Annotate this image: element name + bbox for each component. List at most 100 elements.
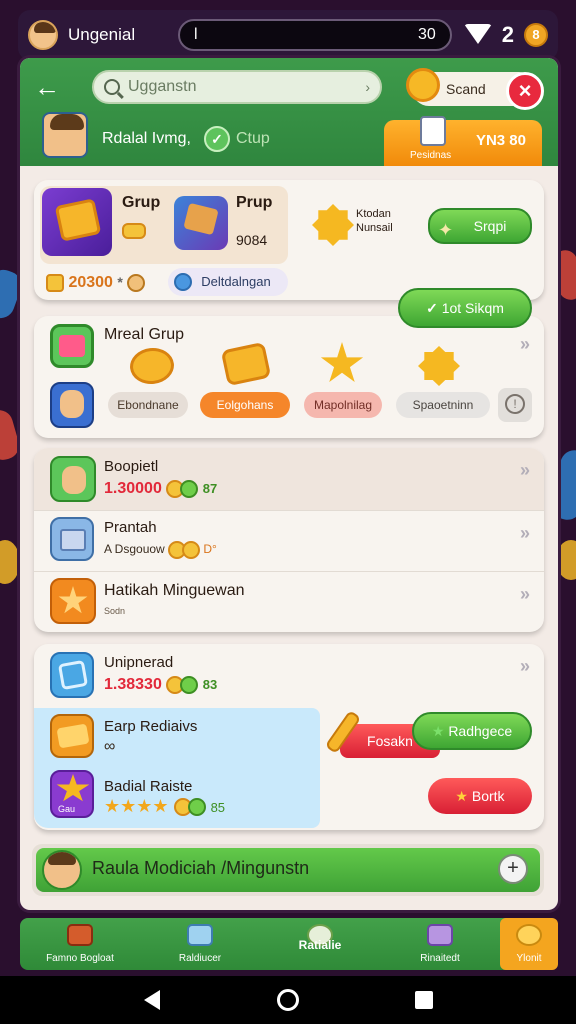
floating-action-button[interactable]: ✓ 1ot Sikqm xyxy=(398,288,532,328)
player-avatar xyxy=(50,456,96,502)
rating-stars: ★★★★ xyxy=(104,796,169,816)
promo-text-1: Ktodan xyxy=(356,208,391,220)
globe-icon xyxy=(174,273,192,291)
header: ← Ugganstn › Scand × Rdalal Ivmg, ✓ Ctup… xyxy=(20,58,558,166)
floating-action-label: 1ot Sikqm xyxy=(441,300,504,316)
reward-title-2: Badial Raiste xyxy=(104,778,193,795)
expand-arrows-icon[interactable]: » xyxy=(520,656,530,677)
list-item[interactable]: Prantah A Dsgouow D° » xyxy=(34,511,544,571)
star-icon: ★ xyxy=(455,788,472,804)
book-label: Bortk xyxy=(471,788,505,804)
expand-arrows-icon[interactable]: » xyxy=(520,334,530,355)
status-field-count: 30 xyxy=(417,26,436,43)
wallet-button[interactable]: YN3 80 Pesidnas xyxy=(384,116,542,166)
home-icon xyxy=(67,924,93,946)
gem-icon xyxy=(187,798,206,817)
close-button[interactable]: × xyxy=(506,72,544,110)
nav-item-gifts[interactable]: Raldiucer xyxy=(140,918,260,970)
gift-box-icon xyxy=(420,116,446,146)
bottom-action-label: Raula Modiciah /Mingunstn xyxy=(92,858,310,878)
list-item-extra: 87 xyxy=(202,481,218,497)
unlocked-card: Unipnerad 1.38330 83 » Earp Rediaivs ∞ G… xyxy=(34,644,544,830)
category-chip-1[interactable]: Ebondnane xyxy=(108,392,188,418)
list-item-value-row: A Dsgouow D° xyxy=(104,541,217,559)
category-chip-3[interactable]: Mapolnilag xyxy=(304,392,382,418)
bottom-navigation: Famno Bogloat Raldiucer Ratialie Rinaite… xyxy=(20,918,558,970)
info-button[interactable]: ! xyxy=(498,388,532,422)
score-value: 20300 xyxy=(68,274,113,292)
bottom-action-bar[interactable]: Raula Modiciah /Mingunstn + xyxy=(32,844,544,896)
chevron-right-icon: › xyxy=(365,79,370,95)
group-logo-icon xyxy=(50,324,94,368)
check-icon: ✓ xyxy=(426,300,442,316)
gem-icon xyxy=(180,676,199,694)
recents-icon[interactable] xyxy=(415,991,433,1009)
group-icon-2[interactable] xyxy=(174,196,228,250)
user-name: Rdalal Ivmg, xyxy=(102,130,191,147)
avatar[interactable] xyxy=(28,20,58,50)
section-value-row: 1.38330 83 xyxy=(104,676,217,694)
badge-chip[interactable]: Deltdalngan xyxy=(168,268,288,296)
box-icon xyxy=(50,517,94,561)
box-icon xyxy=(427,924,453,946)
user-avatar[interactable] xyxy=(42,112,88,158)
list-item[interactable]: Hatikah Minguewan Sodn » xyxy=(34,572,544,632)
nav-item-inventory[interactable]: Rinaitedt xyxy=(380,918,500,970)
search-placeholder: Ugganstn xyxy=(128,78,197,95)
gift-icon xyxy=(187,924,213,946)
score-row: 20300 * xyxy=(46,274,146,292)
reward-value-1: ∞ xyxy=(104,738,116,755)
smiley-icon xyxy=(516,924,542,946)
system-navigation-bar xyxy=(0,976,576,1024)
expand-arrows-icon: » xyxy=(519,584,530,604)
gem-icon xyxy=(180,480,199,498)
search-icon xyxy=(104,79,120,95)
background-decoration xyxy=(556,540,576,580)
nav-item-profile[interactable]: Ylonit xyxy=(500,918,558,970)
nav-item-home[interactable]: Famno Bogloat xyxy=(20,918,140,970)
reward-coin-icon xyxy=(128,345,176,387)
expand-arrows-icon: » xyxy=(519,523,530,543)
home-icon[interactable] xyxy=(277,989,299,1011)
status-field[interactable]: l 30 xyxy=(178,19,452,51)
user-avatar xyxy=(42,850,82,890)
nav-label: Ratialie xyxy=(298,938,342,952)
wallet-amount: YN3 80 xyxy=(475,132,526,149)
sign-label: Scand xyxy=(446,81,486,97)
cookie-icon xyxy=(127,274,146,292)
nav-item-rewards[interactable]: Ratialie xyxy=(260,918,380,970)
group-icon-1[interactable] xyxy=(42,188,112,256)
member-avatar[interactable] xyxy=(50,382,94,428)
coin-icon xyxy=(182,541,201,559)
list-item-value-row: 1.30000 87 xyxy=(104,480,217,498)
app-title: Ungenial xyxy=(68,25,136,44)
reward-extra-2: 85 xyxy=(210,800,226,815)
category-chip-2[interactable]: Eolgohans xyxy=(200,392,290,418)
group-link[interactable]: Ctup xyxy=(236,130,270,148)
background-decoration xyxy=(0,540,20,584)
search-input[interactable]: Ugganstn › xyxy=(92,70,382,104)
reward-title-1: Earp Rediaivs xyxy=(104,718,198,735)
back-icon[interactable] xyxy=(144,990,160,1010)
back-arrow-icon[interactable]: ← xyxy=(34,72,60,103)
group-action-label: Srqpi xyxy=(473,218,507,234)
nav-label: Raldiucer xyxy=(178,953,222,964)
reward-rating-row: ★★★★ 85 xyxy=(104,796,225,817)
background-decoration xyxy=(0,406,23,464)
nav-label: Ylonit xyxy=(516,953,542,964)
list-item[interactable]: Boopietl 1.30000 87 » xyxy=(34,448,544,510)
group-title-1: Grup xyxy=(122,194,161,211)
claim-button[interactable]: ★ Radhgece xyxy=(412,712,532,750)
info-icon: ! xyxy=(505,394,525,414)
book-button[interactable]: ★ Bortk xyxy=(428,778,532,814)
badge-icon xyxy=(50,578,96,624)
star-icon: ★ xyxy=(431,723,449,739)
featured-group-card: Mreal Grup » Ebondnane Eolgohans Mapolni… xyxy=(34,316,544,438)
coin-icon[interactable]: 8 xyxy=(524,23,548,47)
group-action-button[interactable]: ✦ Srqpi xyxy=(428,208,532,244)
rewards-panel: Earp Rediaivs ∞ Gau Badial Raiste ★★★★ 8… xyxy=(34,708,320,828)
list-item-title: Prantah xyxy=(104,519,157,536)
add-button[interactable]: + xyxy=(498,854,528,884)
category-chip-4[interactable]: Spaoetninn xyxy=(396,392,490,418)
hammer-icon xyxy=(324,709,362,755)
